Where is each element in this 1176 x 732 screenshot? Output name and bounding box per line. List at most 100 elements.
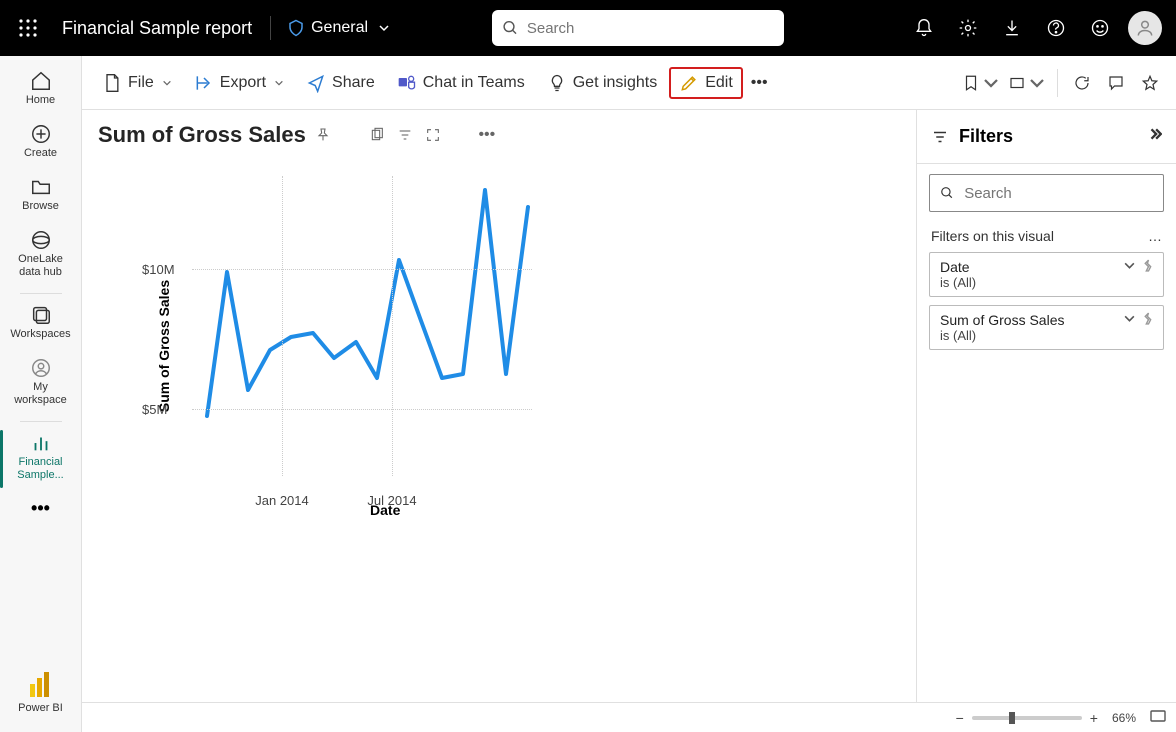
x-tick: Jan 2014 (255, 493, 309, 508)
sensitivity-dropdown[interactable]: General (279, 19, 398, 37)
shield-icon (287, 19, 305, 37)
focus-mode-button[interactable] (422, 124, 444, 146)
chevron-down-icon (274, 78, 284, 88)
report-title: Financial Sample report (52, 18, 262, 39)
folder-icon (30, 176, 52, 198)
nav-create[interactable]: Create (6, 117, 76, 170)
filter-section-more[interactable]: … (1148, 228, 1162, 244)
filter-search-input[interactable] (964, 185, 1153, 202)
clear-icon[interactable] (1142, 259, 1155, 272)
edit-label: Edit (705, 74, 733, 92)
fit-to-page-button[interactable] (1150, 710, 1166, 725)
filter-card-gross-sales[interactable]: Sum of Gross Sales is (All) (929, 305, 1164, 350)
chevron-down-icon (378, 22, 390, 34)
line-chart-visual[interactable]: Sum of Gross Sales ••• Sum of Gross Sale… (94, 120, 654, 520)
chevron-down-icon (1028, 74, 1046, 92)
nav-home[interactable]: Home (6, 64, 76, 117)
rectangle-icon (1008, 74, 1026, 92)
lightbulb-icon (547, 73, 567, 93)
line-series (192, 176, 532, 476)
chart-area: Sum of Gross Sales $10M $5M Jan (94, 176, 654, 516)
onelake-icon (30, 229, 52, 251)
filters-title: Filters (959, 126, 1013, 147)
gridline (192, 409, 532, 410)
filter-visual-button[interactable] (394, 124, 416, 146)
filter-card-subtitle: is (All) (940, 275, 1153, 290)
export-label: Export (220, 74, 266, 92)
sensitivity-label: General (311, 19, 368, 37)
nav-financial-sample[interactable]: FinancialSample... (6, 426, 76, 492)
global-search[interactable] (492, 10, 784, 46)
collapse-filters-button[interactable] (1148, 127, 1162, 146)
y-tick: $10M (142, 262, 175, 277)
feedback-button[interactable] (1078, 6, 1122, 50)
bookmark-dropdown[interactable] (959, 67, 1003, 99)
more-menu[interactable]: ••• (745, 68, 774, 98)
nav-workspaces[interactable]: Workspaces (6, 298, 76, 351)
zoom-thumb[interactable] (1009, 712, 1015, 724)
comment-icon (1107, 74, 1125, 92)
divider (270, 16, 271, 40)
chat-teams-button[interactable]: T Chat in Teams (387, 67, 535, 99)
global-search-input[interactable] (519, 20, 774, 37)
help-button[interactable] (1034, 6, 1078, 50)
report-canvas[interactable]: Sum of Gross Sales ••• Sum of Gross Sale… (82, 110, 916, 732)
settings-button[interactable] (946, 6, 990, 50)
refresh-icon (1073, 74, 1091, 92)
filters-header: Filters (917, 110, 1176, 164)
gridline (192, 269, 532, 270)
share-button[interactable]: Share (296, 67, 385, 99)
filter-card-date[interactable]: Date is (All) (929, 252, 1164, 297)
filter-section-label: Filters on this visual (931, 228, 1054, 244)
get-insights-button[interactable]: Get insights (537, 67, 667, 99)
filter-card-subtitle: is (All) (940, 328, 1153, 343)
divider (1057, 69, 1058, 97)
bell-icon (914, 18, 934, 38)
nav-more[interactable]: ••• (6, 492, 76, 529)
pin-visual-button[interactable] (312, 124, 334, 146)
copy-visual-button[interactable] (366, 124, 388, 146)
chevron-right-double-icon (1148, 127, 1162, 141)
ribbon-toolbar: File Export Share T Chat in Teams Get in… (82, 56, 1176, 110)
share-label: Share (332, 74, 375, 92)
powerbi-brand[interactable]: Power BI (18, 658, 63, 732)
y-axis-label: Sum of Gross Sales (156, 280, 172, 412)
brand-label: Power BI (18, 702, 63, 714)
nav-my-workspace[interactable]: Myworkspace (6, 351, 76, 417)
canvas-area: File Export Share T Chat in Teams Get in… (82, 56, 1176, 732)
clear-icon[interactable] (1142, 312, 1155, 325)
account-avatar[interactable] (1128, 11, 1162, 45)
more-icon: ••• (751, 74, 768, 92)
edit-button[interactable]: Edit (669, 67, 743, 99)
file-menu[interactable]: File (92, 67, 182, 99)
gridline (282, 176, 283, 476)
search-icon (502, 19, 519, 37)
top-bar: Financial Sample report General (0, 0, 1176, 56)
nav-onelake[interactable]: OneLakedata hub (6, 223, 76, 289)
notifications-button[interactable] (902, 6, 946, 50)
bookmark-icon (962, 74, 980, 92)
visual-more-button[interactable]: ••• (476, 124, 498, 146)
gear-icon (958, 18, 978, 38)
home-icon (30, 70, 52, 92)
smile-icon (1090, 18, 1110, 38)
app-launcher-icon[interactable] (8, 8, 48, 48)
comment-button[interactable] (1100, 67, 1132, 99)
chevron-down-icon[interactable] (1123, 312, 1136, 325)
download-button[interactable] (990, 6, 1034, 50)
filter-search[interactable] (929, 174, 1164, 212)
chevron-down-icon[interactable] (1123, 259, 1136, 272)
nav-label: FinancialSample... (17, 456, 63, 482)
refresh-button[interactable] (1066, 67, 1098, 99)
chat-label: Chat in Teams (423, 74, 525, 92)
zoom-out-button[interactable]: − (956, 710, 964, 726)
nav-browse[interactable]: Browse (6, 170, 76, 223)
zoom-in-button[interactable]: + (1090, 710, 1098, 726)
favorite-button[interactable] (1134, 67, 1166, 99)
nav-label: Create (24, 147, 57, 160)
chevron-down-icon (162, 78, 172, 88)
export-menu[interactable]: Export (184, 67, 294, 99)
zoom-slider[interactable] (972, 716, 1082, 720)
view-dropdown[interactable] (1005, 67, 1049, 99)
more-icon: ••• (31, 498, 50, 519)
